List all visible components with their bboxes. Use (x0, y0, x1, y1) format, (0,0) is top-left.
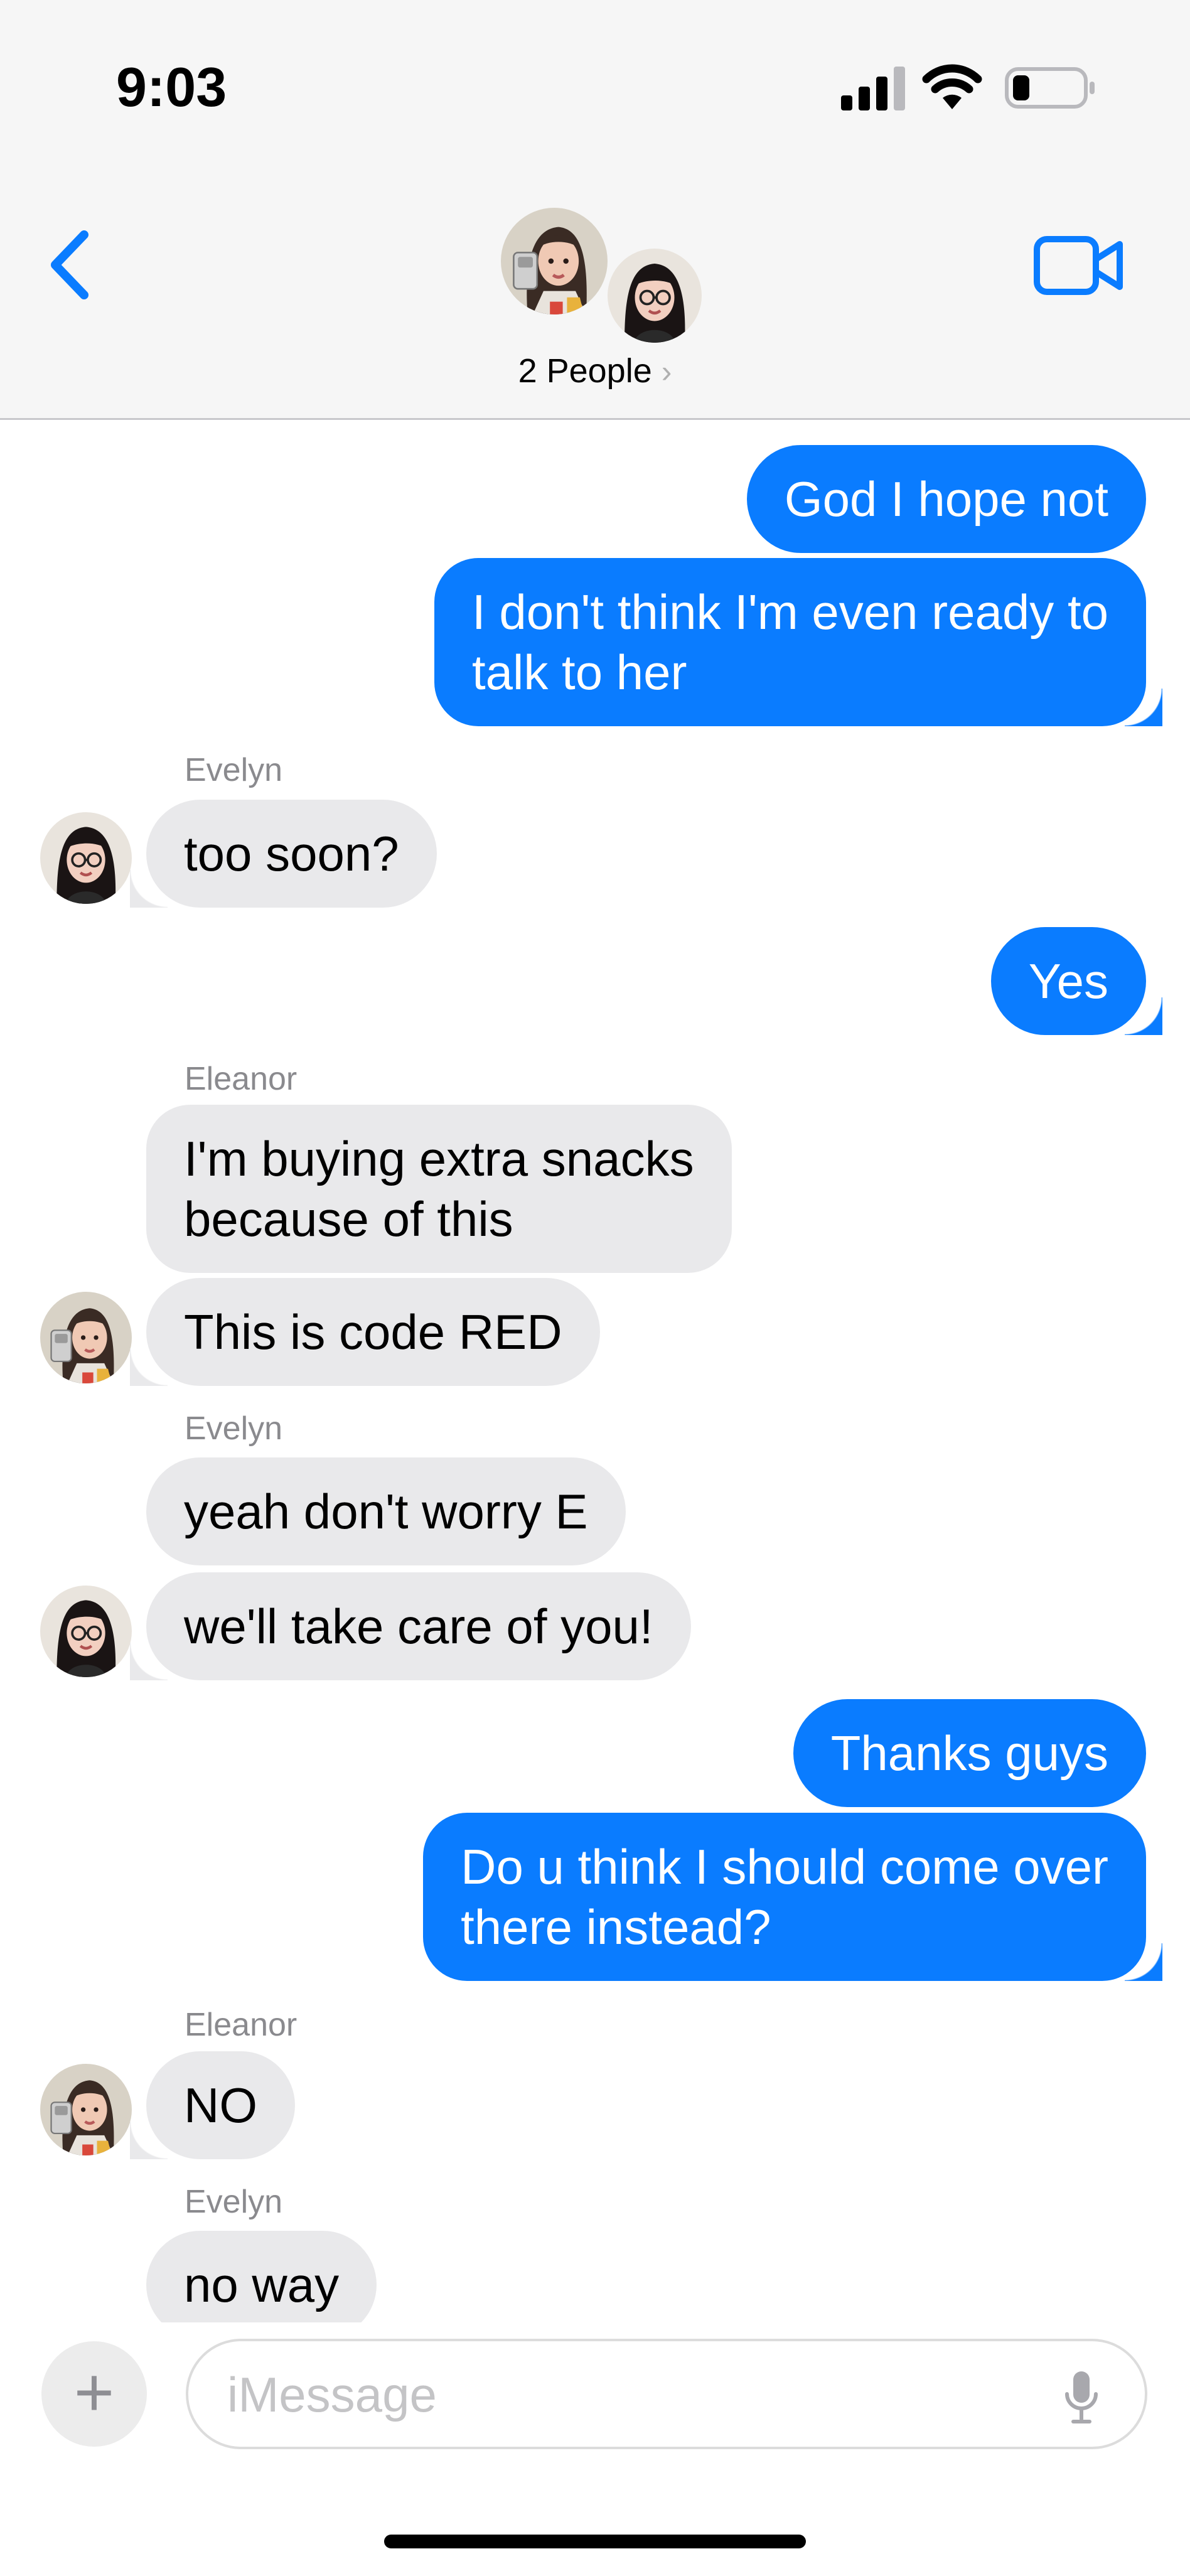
message-text: Yes (1028, 953, 1108, 1009)
avatar-eleanor[interactable] (40, 2064, 132, 2155)
group-avatar-evelyn[interactable] (604, 245, 705, 346)
sender-name: Evelyn (185, 752, 283, 788)
sender-name: Evelyn (185, 2184, 283, 2220)
sender-name: Eleanor (185, 2007, 298, 2043)
message-bubble-incoming[interactable]: yeah don't worry E (146, 1457, 626, 1565)
message-bubble-incoming[interactable]: I'm buying extra snacks because of this (146, 1105, 732, 1273)
message-text: too soon? (184, 826, 399, 881)
back-chevron-icon[interactable] (44, 227, 100, 303)
home-indicator (384, 2535, 806, 2548)
message-bubble-incoming[interactable]: too soon? (130, 800, 437, 908)
message-text: I don't think I'm even ready to (472, 584, 1108, 640)
message-text: I'm buying extra snacks (184, 1131, 694, 1186)
message-bubble-outgoing[interactable]: Do u think I should come over there inst… (423, 1813, 1162, 1981)
message-bubble-incoming[interactable]: NO (130, 2051, 295, 2159)
message-bubble-outgoing[interactable]: Thanks guys (793, 1699, 1146, 1807)
message-bubble-outgoing[interactable]: God I hope not (746, 445, 1146, 553)
message-input[interactable]: iMessage (186, 2339, 1147, 2449)
message-input-placeholder: iMessage (227, 2367, 437, 2422)
message-text-line-2: because of this (184, 1191, 513, 1247)
avatar-eleanor[interactable] (40, 1292, 132, 1383)
header-divider (0, 418, 1190, 420)
sender-name: Evelyn (185, 1410, 283, 1447)
status-time: 9:03 (116, 56, 227, 118)
wifi-icon (922, 64, 982, 109)
group-title[interactable]: 2 People › (0, 352, 1190, 390)
signal-icon (841, 67, 905, 110)
message-text: no way (184, 2257, 340, 2312)
message-text: Thanks guys (830, 1725, 1108, 1781)
avatar-evelyn[interactable] (40, 1586, 132, 1677)
group-title-label: 2 People (518, 352, 652, 390)
message-text: we'll take care of you! (184, 1599, 653, 1654)
chevron-right-icon: › (661, 354, 672, 389)
message-text-line-2: talk to her (472, 645, 687, 700)
message-bubble-incoming[interactable]: we'll take care of you! (130, 1572, 691, 1680)
message-text: Do u think I should come over (461, 1839, 1108, 1894)
message-text: This is code RED (184, 1304, 562, 1360)
message-text-line-2: there instead? (461, 1899, 771, 1955)
plus-button[interactable]: + (41, 2341, 147, 2447)
message-text: God I hope not (784, 471, 1108, 527)
message-bubble-outgoing[interactable]: I don't think I'm even ready to talk to … (434, 558, 1162, 726)
avatar-evelyn[interactable] (40, 812, 132, 904)
group-avatar-eleanor[interactable] (497, 204, 611, 318)
battery-icon (1005, 67, 1095, 109)
message-bubble-incoming[interactable]: This is code RED (130, 1278, 600, 1386)
message-text: NO (184, 2078, 257, 2133)
message-bubble-outgoing[interactable]: Yes (990, 927, 1163, 1035)
sender-name: Eleanor (185, 1061, 298, 1097)
message-text: yeah don't worry E (184, 1484, 588, 1539)
mic-icon[interactable] (1062, 2369, 1101, 2425)
video-camera-icon[interactable] (1033, 235, 1125, 296)
